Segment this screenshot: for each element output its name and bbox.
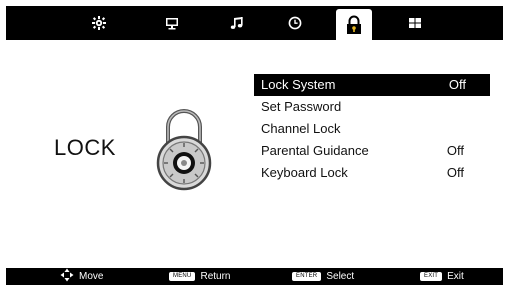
menu-item-label: Parental Guidance — [261, 143, 369, 158]
enter-key: ENTER — [292, 272, 322, 281]
tab-setup[interactable] — [404, 12, 426, 34]
menu-item-label: Channel Lock — [261, 121, 341, 136]
exit-label: Exit — [447, 271, 464, 282]
menu-item-channel-lock[interactable]: Channel Lock — [254, 118, 490, 140]
tab-time[interactable] — [284, 12, 306, 34]
select-label: Select — [326, 271, 355, 282]
combination-lock-icon — [148, 105, 220, 198]
footer-hint-bar: Move MENU Return ENTER Select EXIT Exit — [6, 268, 503, 285]
section-title: LOCK — [54, 135, 116, 160]
clock-icon — [288, 16, 302, 30]
menu-item-keyboard-lock[interactable]: Keyboard Lock Off — [254, 162, 490, 184]
hint-return: MENU Return — [169, 268, 230, 285]
top-menu-bar — [6, 6, 503, 40]
hint-exit: EXIT Exit — [420, 268, 464, 285]
grid-icon — [408, 16, 422, 30]
menu-item-lock-system[interactable]: Lock System Off — [254, 74, 490, 96]
monitor-icon — [165, 16, 179, 30]
menu-item-label: Keyboard Lock — [261, 165, 348, 180]
menu-item-label: Lock System — [261, 77, 336, 92]
menu-item-set-password[interactable]: Set Password — [254, 96, 490, 118]
gear-icon — [92, 16, 106, 30]
dpad-icon — [60, 268, 74, 285]
return-label: Return — [200, 271, 231, 282]
music-note-icon — [230, 16, 244, 30]
tab-picture[interactable] — [88, 12, 110, 34]
menu-item-value: Off — [448, 77, 466, 92]
tab-screen[interactable] — [161, 12, 183, 34]
tab-lock[interactable] — [336, 9, 372, 40]
hint-move: Move — [60, 268, 103, 285]
menu-key: MENU — [169, 272, 196, 281]
lock-menu-list: Lock System Off Set Password Channel Loc… — [254, 74, 490, 184]
tab-sound[interactable] — [226, 12, 248, 34]
menu-item-value: Off — [446, 143, 464, 158]
hint-select: ENTER Select — [292, 268, 354, 285]
menu-item-label: Set Password — [261, 99, 342, 114]
move-label: Move — [79, 271, 104, 282]
padlock-icon — [345, 15, 363, 35]
menu-item-parental-guidance[interactable]: Parental Guidance Off — [254, 140, 490, 162]
exit-key: EXIT — [420, 272, 443, 281]
menu-item-value: Off — [446, 165, 464, 180]
